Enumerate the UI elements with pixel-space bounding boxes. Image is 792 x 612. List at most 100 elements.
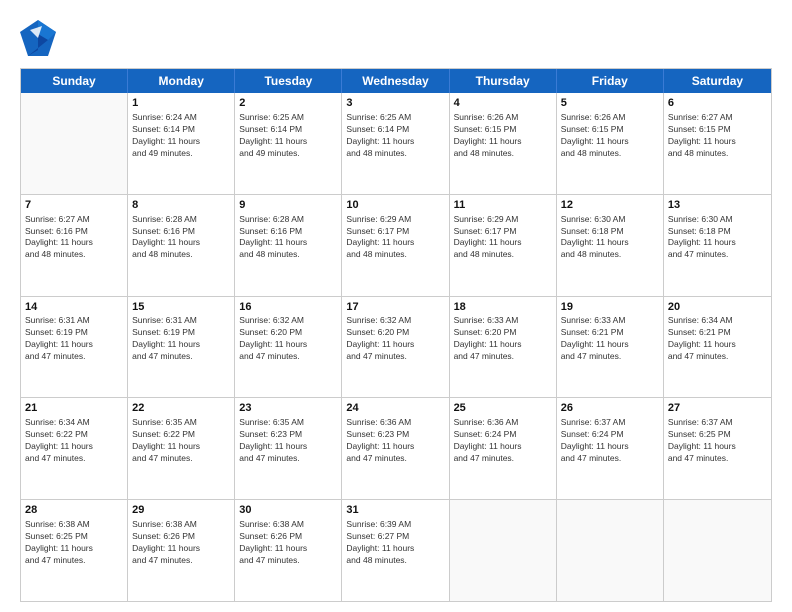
- day-number: 15: [132, 300, 230, 315]
- day-number: 24: [346, 401, 444, 416]
- header-day-sunday: Sunday: [21, 69, 128, 93]
- day-number: 23: [239, 401, 337, 416]
- day-number: 13: [668, 198, 767, 213]
- header-day-monday: Monday: [128, 69, 235, 93]
- day-number: 7: [25, 198, 123, 213]
- day-info: Sunrise: 6:38 AMSunset: 6:26 PMDaylight:…: [239, 519, 337, 567]
- header-day-saturday: Saturday: [664, 69, 771, 93]
- calendar: SundayMondayTuesdayWednesdayThursdayFrid…: [20, 68, 772, 602]
- calendar-cell: 25Sunrise: 6:36 AMSunset: 6:24 PMDayligh…: [450, 398, 557, 499]
- calendar-cell: 13Sunrise: 6:30 AMSunset: 6:18 PMDayligh…: [664, 195, 771, 296]
- day-info: Sunrise: 6:25 AMSunset: 6:14 PMDaylight:…: [239, 112, 337, 160]
- day-number: 25: [454, 401, 552, 416]
- calendar-cell: 2Sunrise: 6:25 AMSunset: 6:14 PMDaylight…: [235, 93, 342, 194]
- day-number: 16: [239, 300, 337, 315]
- day-number: 17: [346, 300, 444, 315]
- header-day-wednesday: Wednesday: [342, 69, 449, 93]
- calendar-cell: 5Sunrise: 6:26 AMSunset: 6:15 PMDaylight…: [557, 93, 664, 194]
- day-info: Sunrise: 6:29 AMSunset: 6:17 PMDaylight:…: [454, 214, 552, 262]
- calendar-cell: 1Sunrise: 6:24 AMSunset: 6:14 PMDaylight…: [128, 93, 235, 194]
- calendar-body: 1Sunrise: 6:24 AMSunset: 6:14 PMDaylight…: [21, 93, 771, 601]
- day-info: Sunrise: 6:38 AMSunset: 6:25 PMDaylight:…: [25, 519, 123, 567]
- calendar-cell: 12Sunrise: 6:30 AMSunset: 6:18 PMDayligh…: [557, 195, 664, 296]
- day-number: 5: [561, 96, 659, 111]
- day-number: 6: [668, 96, 767, 111]
- day-info: Sunrise: 6:28 AMSunset: 6:16 PMDaylight:…: [132, 214, 230, 262]
- day-info: Sunrise: 6:36 AMSunset: 6:24 PMDaylight:…: [454, 417, 552, 465]
- page: SundayMondayTuesdayWednesdayThursdayFrid…: [0, 0, 792, 612]
- calendar-cell: 28Sunrise: 6:38 AMSunset: 6:25 PMDayligh…: [21, 500, 128, 601]
- calendar-cell: 24Sunrise: 6:36 AMSunset: 6:23 PMDayligh…: [342, 398, 449, 499]
- calendar-cell: 19Sunrise: 6:33 AMSunset: 6:21 PMDayligh…: [557, 297, 664, 398]
- header: [20, 18, 772, 58]
- calendar-cell: 4Sunrise: 6:26 AMSunset: 6:15 PMDaylight…: [450, 93, 557, 194]
- day-info: Sunrise: 6:31 AMSunset: 6:19 PMDaylight:…: [132, 315, 230, 363]
- day-info: Sunrise: 6:35 AMSunset: 6:22 PMDaylight:…: [132, 417, 230, 465]
- calendar-cell: 11Sunrise: 6:29 AMSunset: 6:17 PMDayligh…: [450, 195, 557, 296]
- day-number: 26: [561, 401, 659, 416]
- calendar-cell: 16Sunrise: 6:32 AMSunset: 6:20 PMDayligh…: [235, 297, 342, 398]
- day-info: Sunrise: 6:30 AMSunset: 6:18 PMDaylight:…: [561, 214, 659, 262]
- calendar-cell: 8Sunrise: 6:28 AMSunset: 6:16 PMDaylight…: [128, 195, 235, 296]
- day-number: 18: [454, 300, 552, 315]
- calendar-cell: [557, 500, 664, 601]
- day-number: 27: [668, 401, 767, 416]
- day-info: Sunrise: 6:24 AMSunset: 6:14 PMDaylight:…: [132, 112, 230, 160]
- calendar-cell: 30Sunrise: 6:38 AMSunset: 6:26 PMDayligh…: [235, 500, 342, 601]
- day-number: 3: [346, 96, 444, 111]
- calendar-header: SundayMondayTuesdayWednesdayThursdayFrid…: [21, 69, 771, 93]
- day-info: Sunrise: 6:26 AMSunset: 6:15 PMDaylight:…: [454, 112, 552, 160]
- day-number: 19: [561, 300, 659, 315]
- logo: [20, 18, 60, 58]
- day-number: 8: [132, 198, 230, 213]
- day-number: 20: [668, 300, 767, 315]
- day-info: Sunrise: 6:34 AMSunset: 6:22 PMDaylight:…: [25, 417, 123, 465]
- day-info: Sunrise: 6:33 AMSunset: 6:21 PMDaylight:…: [561, 315, 659, 363]
- calendar-row-1: 1Sunrise: 6:24 AMSunset: 6:14 PMDaylight…: [21, 93, 771, 195]
- calendar-cell: 7Sunrise: 6:27 AMSunset: 6:16 PMDaylight…: [21, 195, 128, 296]
- day-number: 21: [25, 401, 123, 416]
- day-info: Sunrise: 6:33 AMSunset: 6:20 PMDaylight:…: [454, 315, 552, 363]
- logo-icon: [20, 18, 58, 58]
- calendar-cell: 6Sunrise: 6:27 AMSunset: 6:15 PMDaylight…: [664, 93, 771, 194]
- calendar-cell: 18Sunrise: 6:33 AMSunset: 6:20 PMDayligh…: [450, 297, 557, 398]
- day-number: 28: [25, 503, 123, 518]
- calendar-cell: [21, 93, 128, 194]
- day-number: 2: [239, 96, 337, 111]
- header-day-thursday: Thursday: [450, 69, 557, 93]
- day-info: Sunrise: 6:32 AMSunset: 6:20 PMDaylight:…: [346, 315, 444, 363]
- day-info: Sunrise: 6:30 AMSunset: 6:18 PMDaylight:…: [668, 214, 767, 262]
- calendar-cell: 15Sunrise: 6:31 AMSunset: 6:19 PMDayligh…: [128, 297, 235, 398]
- day-number: 4: [454, 96, 552, 111]
- calendar-cell: 29Sunrise: 6:38 AMSunset: 6:26 PMDayligh…: [128, 500, 235, 601]
- header-day-friday: Friday: [557, 69, 664, 93]
- day-number: 12: [561, 198, 659, 213]
- day-number: 14: [25, 300, 123, 315]
- day-number: 30: [239, 503, 337, 518]
- calendar-cell: 23Sunrise: 6:35 AMSunset: 6:23 PMDayligh…: [235, 398, 342, 499]
- day-info: Sunrise: 6:29 AMSunset: 6:17 PMDaylight:…: [346, 214, 444, 262]
- calendar-row-3: 14 Sunrise: 6:31 AMSunset: 6:19 PMDayligh…: [21, 297, 771, 399]
- calendar-row-4: 21Sunrise: 6:34 AMSunset: 6:22 PMDayligh…: [21, 398, 771, 500]
- calendar-cell: 10Sunrise: 6:29 AMSunset: 6:17 PMDayligh…: [342, 195, 449, 296]
- header-day-tuesday: Tuesday: [235, 69, 342, 93]
- day-number: 9: [239, 198, 337, 213]
- day-info: Sunrise: 6:36 AMSunset: 6:23 PMDaylight:…: [346, 417, 444, 465]
- calendar-row-2: 7Sunrise: 6:27 AMSunset: 6:16 PMDaylight…: [21, 195, 771, 297]
- day-info: Sunrise: 6:37 AMSunset: 6:24 PMDaylight:…: [561, 417, 659, 465]
- calendar-row-5: 28Sunrise: 6:38 AMSunset: 6:25 PMDayligh…: [21, 500, 771, 601]
- day-info: Sunrise: 6:27 AMSunset: 6:16 PMDaylight:…: [25, 214, 123, 262]
- calendar-cell: 9Sunrise: 6:28 AMSunset: 6:16 PMDaylight…: [235, 195, 342, 296]
- calendar-cell: 17Sunrise: 6:32 AMSunset: 6:20 PMDayligh…: [342, 297, 449, 398]
- day-info: Sunrise: 6:35 AMSunset: 6:23 PMDaylight:…: [239, 417, 337, 465]
- day-info: Sunrise: 6:34 AMSunset: 6:21 PMDaylight:…: [668, 315, 767, 363]
- calendar-cell: 22Sunrise: 6:35 AMSunset: 6:22 PMDayligh…: [128, 398, 235, 499]
- day-number: 10: [346, 198, 444, 213]
- day-info: Sunrise: 6:38 AMSunset: 6:26 PMDaylight:…: [132, 519, 230, 567]
- day-number: 22: [132, 401, 230, 416]
- day-info: Sunrise: 6:28 AMSunset: 6:16 PMDaylight:…: [239, 214, 337, 262]
- calendar-cell: [664, 500, 771, 601]
- calendar-cell: 27Sunrise: 6:37 AMSunset: 6:25 PMDayligh…: [664, 398, 771, 499]
- day-info: Sunrise: 6:25 AMSunset: 6:14 PMDaylight:…: [346, 112, 444, 160]
- calendar-cell: 20Sunrise: 6:34 AMSunset: 6:21 PMDayligh…: [664, 297, 771, 398]
